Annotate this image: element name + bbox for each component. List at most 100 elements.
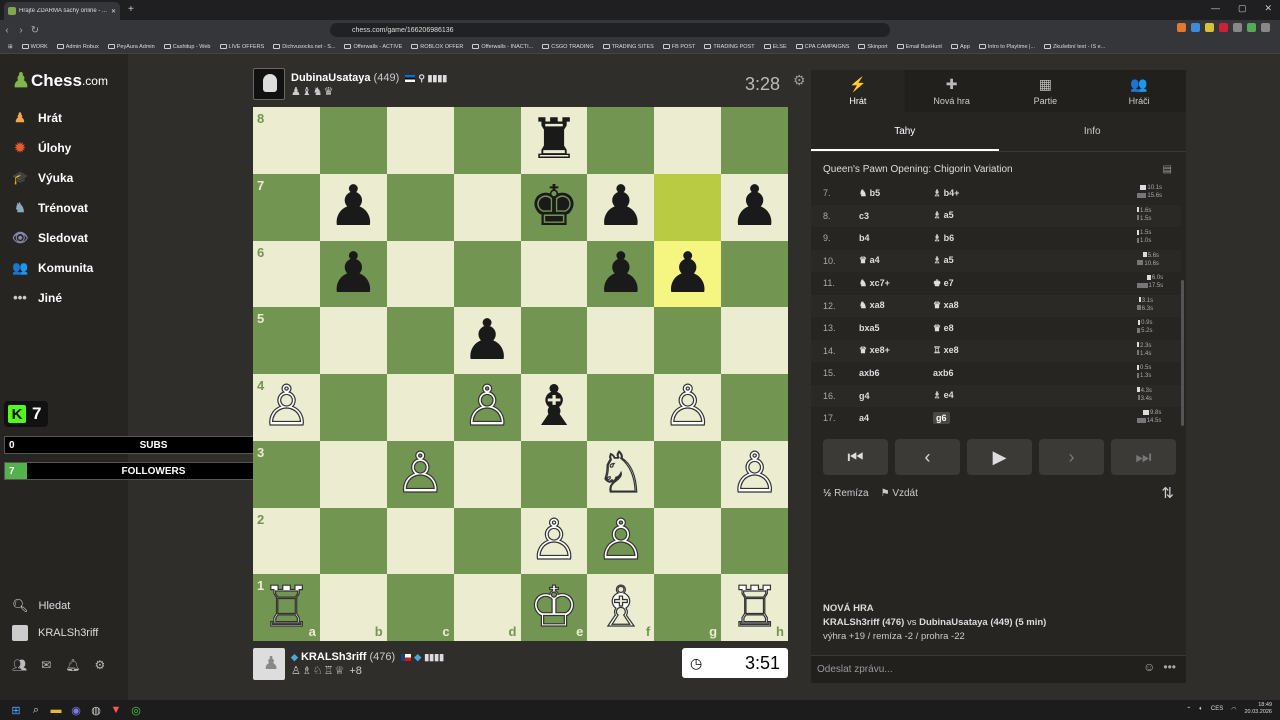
square-d1[interactable]: d	[453, 574, 521, 641]
bookmark-item[interactable]: Offerwalls - INACTI...	[472, 44, 533, 50]
forward-icon[interactable]: ›	[14, 25, 28, 36]
white-piece[interactable]: ♙	[261, 378, 312, 435]
sidebar-item-more[interactable]: ••• Jiné	[12, 290, 62, 305]
search-nav[interactable]: 🔍︎ Hledat	[12, 598, 70, 614]
square-c4[interactable]	[386, 374, 454, 441]
black-piece[interactable]: ♜	[529, 112, 579, 168]
chevron-up-icon[interactable]: ⌃	[1186, 706, 1191, 713]
new-game-white[interactable]: KRALSh3riff (476)	[823, 617, 904, 628]
move-list-scrollbar[interactable]	[1181, 280, 1184, 426]
bookmark-item[interactable]: TRADING SITES	[602, 44, 654, 50]
opponent-name[interactable]: DubinaUsataya	[291, 72, 370, 84]
square-d7[interactable]	[453, 173, 521, 241]
draw-button[interactable]: ½ Remíza	[823, 488, 869, 499]
white-piece[interactable]: ♗	[595, 579, 646, 636]
black-move[interactable]: ♖ xe8	[933, 345, 959, 355]
bookmark-item[interactable]: ELSE	[763, 44, 787, 50]
square-f6[interactable]: ♟	[587, 240, 655, 308]
black-piece[interactable]: ♟	[596, 179, 646, 235]
square-a1[interactable]: 1 a ♖	[253, 574, 320, 641]
resign-button[interactable]: ⚑ Vzdát	[881, 488, 918, 499]
square-a7[interactable]: 7	[253, 173, 320, 241]
bell-icon[interactable]: 🔔︎	[65, 658, 80, 672]
black-piece[interactable]: ♟	[328, 179, 378, 235]
tab-games[interactable]: ▦ Partie	[999, 70, 1093, 112]
black-move[interactable]: ♗ b6	[933, 233, 954, 243]
black-piece[interactable]: ♟	[596, 245, 646, 302]
black-move[interactable]: ♛ xa8	[933, 300, 959, 310]
black-move[interactable]: ♗ b4+	[933, 188, 959, 198]
sidebar-item-play[interactable]: ♟ Hrát	[12, 110, 62, 126]
black-move[interactable]: ♚ e7	[933, 278, 954, 288]
extension-icon[interactable]	[1247, 23, 1256, 32]
windows-start-icon[interactable]: ⊞	[6, 704, 26, 717]
square-b2[interactable]	[319, 507, 387, 575]
mail-icon[interactable]: ✉	[41, 658, 51, 672]
square-a2[interactable]: 2	[253, 507, 320, 575]
extension-icon[interactable]	[1191, 23, 1200, 32]
square-c3[interactable]: ♙	[386, 440, 454, 508]
white-piece[interactable]: ♔	[528, 579, 579, 636]
system-clock[interactable]: 18:49 20.03.2026	[1244, 702, 1272, 716]
extension-icon[interactable]	[1205, 23, 1214, 32]
first-move-button[interactable]: ⏮	[823, 439, 888, 475]
maximize-icon[interactable]: ▢	[1238, 3, 1247, 14]
white-piece[interactable]: ♙	[595, 512, 646, 569]
profile-icon[interactable]	[1261, 23, 1270, 32]
white-piece[interactable]: ♖	[261, 579, 312, 636]
chess-board[interactable]: 8 ♜ 7 ♟ ♚ ♟ ♟ 6 ♟ ♟ ♟ 5 ♟ 4 ♙ ♙ ♝ ♙ 3 ♙ ♘ ♙ 2 ♙ ♙ 1 a ♖ b c d e ♔ f ♗ g h ♖	[253, 107, 788, 641]
square-g7[interactable]	[654, 173, 722, 241]
square-h3[interactable]: ♙	[721, 440, 788, 508]
brave-icon[interactable]: ▼	[106, 704, 126, 716]
square-f8[interactable]	[587, 107, 655, 174]
tab-players[interactable]: 👥 Hráči	[1092, 70, 1186, 112]
bookmark-item[interactable]: Email BuxHunt	[896, 44, 942, 50]
black-move[interactable]: ♗ a5	[933, 210, 954, 220]
sidebar-item-learn[interactable]: 🎓 Výuka	[12, 170, 73, 186]
square-e7[interactable]: ♚	[520, 173, 588, 241]
square-a8[interactable]: 8	[253, 107, 320, 174]
steam-icon[interactable]: ◍	[86, 704, 106, 717]
bookmark-item[interactable]: TRADING POST	[704, 44, 755, 50]
square-e5[interactable]	[520, 307, 588, 374]
square-f1[interactable]: f ♗	[587, 574, 655, 641]
square-f4[interactable]	[587, 374, 655, 441]
last-move-button[interactable]: ⏭	[1111, 439, 1176, 475]
square-d4[interactable]: ♙	[453, 374, 521, 441]
opponent-avatar[interactable]	[253, 68, 285, 100]
board-settings-icon[interactable]: ⚙	[793, 72, 806, 89]
player-name[interactable]: KRALSh3riff	[301, 651, 366, 663]
square-a3[interactable]: 3	[253, 440, 320, 508]
square-d8[interactable]	[453, 107, 521, 174]
bookmark-item[interactable]: ROBLOX OFFER	[411, 44, 463, 50]
new-game-black[interactable]: DubinaUsataya (449) (5 min)	[919, 617, 1046, 628]
book-icon[interactable]: ▤	[1163, 164, 1172, 175]
bookmark-item[interactable]: WORK	[21, 44, 48, 50]
square-h6[interactable]	[721, 240, 788, 308]
black-move[interactable]: ♗ e4	[933, 390, 954, 400]
bookmark-item[interactable]: Dichvusocks.net - S...	[273, 44, 335, 50]
app-icon[interactable]: ◎	[126, 704, 146, 717]
bookmark-item[interactable]: Zkušební text - IS e...	[1044, 44, 1105, 50]
black-piece[interactable]: ♚	[529, 179, 579, 235]
white-move[interactable]: bxa5	[859, 323, 933, 333]
black-move[interactable]: g6	[933, 412, 950, 425]
wifi-icon[interactable]: ◠	[1231, 706, 1236, 713]
square-g8[interactable]	[654, 107, 722, 174]
close-tab-icon[interactable]: ✕	[111, 8, 116, 15]
white-piece[interactable]: ♙	[729, 445, 780, 502]
square-c6[interactable]	[386, 240, 454, 308]
white-piece[interactable]: ♙	[461, 378, 512, 435]
square-g3[interactable]	[654, 440, 722, 508]
extension-icon[interactable]	[1219, 23, 1228, 32]
square-g4[interactable]: ♙	[654, 374, 722, 441]
previous-move-button[interactable]: ‹	[895, 439, 960, 475]
player-avatar[interactable]: ♟	[253, 648, 285, 680]
search-icon[interactable]: ⌕	[26, 704, 46, 717]
square-d6[interactable]	[453, 240, 521, 308]
square-b4[interactable]	[319, 374, 387, 441]
speaker-icon[interactable]: 🔈︎	[1199, 706, 1203, 713]
square-d2[interactable]	[453, 507, 521, 575]
tab-info[interactable]: Info	[999, 112, 1187, 151]
reload-icon[interactable]: ↻	[28, 25, 42, 36]
